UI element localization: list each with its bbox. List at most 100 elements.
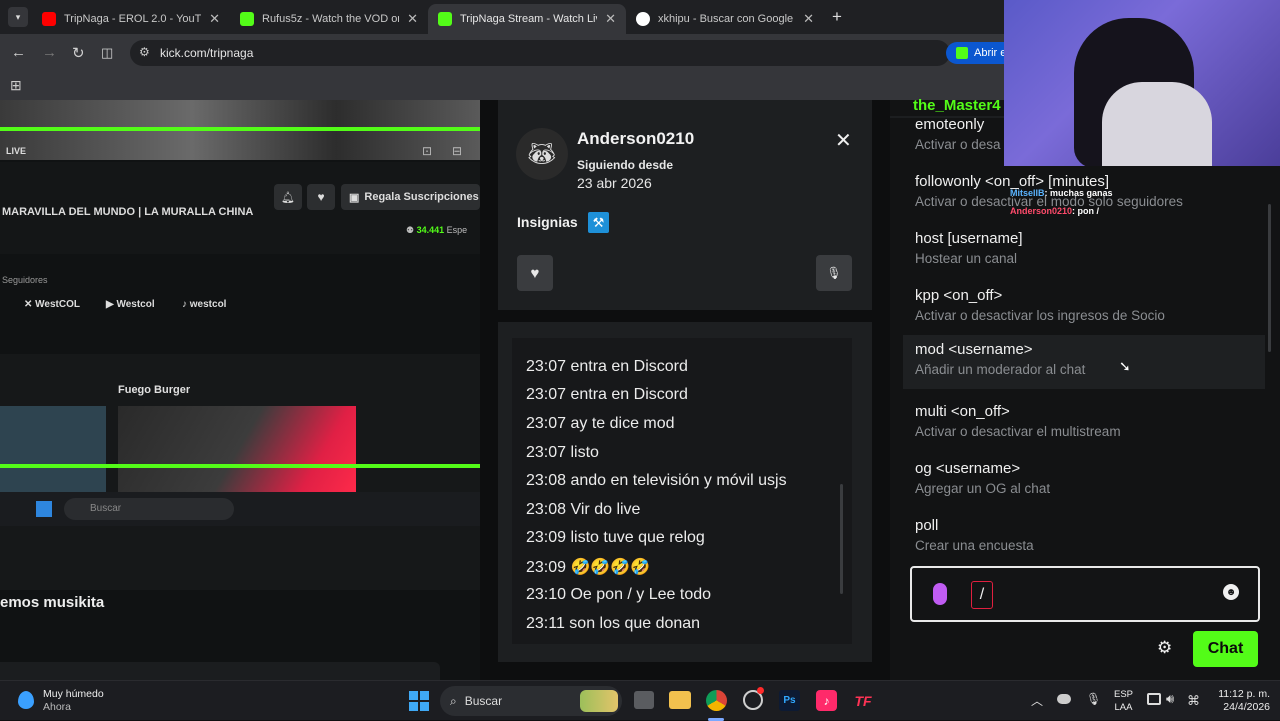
task-view-icon[interactable] [634,691,654,709]
webcam-chat-line-2: Anderson0210: pon / [1010,206,1099,216]
chat-input[interactable]: / ☻ [910,566,1260,622]
command-item-host[interactable]: host [username] Hostear un canal [903,224,1265,278]
command-item-poll[interactable]: poll Crear una encuesta [903,511,1265,565]
list-item: 23:07 entra en Discord [526,386,688,403]
tab-tripnaga[interactable]: TripNaga Stream - Watch Live o ✕ [428,4,626,34]
tab-title: xkhipu - Buscar con Google [658,13,794,25]
theater-icon[interactable]: ⊟ [452,144,462,158]
search-highlight-image [580,690,618,712]
kick-icon [956,47,968,59]
clock[interactable]: 11:12 p. m. 24/4/2026 [1210,688,1270,714]
tiktok-icon[interactable]: ♪ [816,690,837,711]
chrome-icon[interactable] [706,690,727,711]
microphone-tray-icon[interactable]: 🎙︎ [1086,692,1101,706]
scrollbar[interactable] [1268,204,1271,352]
moderator-badge-icon: ⚒ [588,212,609,233]
chat-overlay-text: emos musikita [0,594,105,611]
close-icon[interactable]: ✕ [835,128,852,153]
tab-youtube[interactable]: TripNaga - EROL 2.0 - YouTube ✕ [32,4,230,34]
tab-list-button[interactable]: ▾ [8,7,28,27]
clock-time: 11:12 p. m. [1218,688,1270,700]
list-item: 23:08 ando en televisión y móvil usjs [526,472,787,489]
tab-title: TripNaga - EROL 2.0 - YouTube [64,13,201,25]
network-icon[interactable] [1147,693,1161,705]
emoji-icon[interactable]: ☻ [1223,584,1239,600]
close-icon[interactable]: ✕ [803,11,814,27]
notification-bell-button[interactable]: 🔔︎ [274,184,302,210]
message-list[interactable]: 23:07 entra en Discord 23:07 entra en Di… [512,338,852,644]
list-item: 23:07 listo [526,444,599,461]
gift-subs-button[interactable]: ▣ Regala Suscripciones [341,184,480,210]
language-indicator[interactable]: ESP LAA [1114,688,1133,714]
follow-heart-button[interactable]: ♥ [307,184,335,210]
search-icon: ⌕ [450,693,457,708]
volume-icon[interactable]: 🔊︎ [1166,691,1174,707]
chat-settings-gear-icon[interactable]: ⚙ [1157,638,1172,658]
youtube-social-link[interactable]: ▶ Westcol [106,299,155,310]
list-item: 23:10 Oe pon / y Lee todo [526,586,712,603]
heart-button[interactable]: ♥ [517,255,553,291]
webcam-chat-line-1: MitsellB: muchas ganas [1010,188,1113,198]
green-divider-line [0,127,480,131]
close-icon[interactable]: ✕ [209,11,220,27]
start-windows-icon[interactable] [409,691,429,711]
tab-google[interactable]: xkhipu - Buscar con Google ✕ [626,4,824,34]
cloud-icon[interactable] [1057,694,1071,704]
close-icon[interactable]: ✕ [407,11,418,27]
mute-mic-button[interactable]: 🎙︎ [816,255,852,291]
command-item-mod[interactable]: mod <username> Añadir un moderador al ch… [903,335,1265,389]
command-item-kpp[interactable]: kpp <on_off> Activar o desactivar los in… [903,281,1265,335]
chat-text: : pon / [1072,206,1100,216]
reload-icon[interactable]: ↻ [72,44,85,62]
tab-title: TripNaga Stream - Watch Live o [460,13,597,25]
youtube-icon [42,12,56,26]
weather-sub: Ahora [43,701,72,713]
weather-icon[interactable] [18,691,34,709]
list-item: 23:09 🤣🤣🤣🤣 [526,559,651,576]
tf-app-icon[interactable]: TF [852,690,874,711]
captured-search: Buscar [64,498,234,520]
close-icon[interactable]: ✕ [605,11,616,27]
language-top: ESP [1114,689,1134,700]
gift-icon: ▣ [349,191,360,204]
tab-rufus[interactable]: Rufus5z - Watch the VOD on Ki ✕ [230,4,428,34]
tab-title: Rufus5z - Watch the VOD on Ki [262,13,399,25]
username: Anderson0210 [577,129,695,148]
chat-input-value-box: / [971,581,993,609]
chevron-up-icon[interactable]: ︿ [1031,692,1043,709]
chat-send-button[interactable]: Chat [1193,631,1258,667]
viewers-icon: ⚉ [406,225,415,235]
command-item-og[interactable]: og <username> Agregar un OG al chat [903,454,1265,508]
windows-taskbar: Muy húmedo Ahora ⌕ Buscar Ps ♪ TF ︿ 🎙︎ E… [0,680,1280,721]
sponsor-banner[interactable] [118,406,356,496]
tiktok-social-link[interactable]: ♪ westcol [182,299,226,310]
gamepad-icon[interactable]: ⌘ [1187,693,1200,709]
webcam-overlay: MitsellB: muchas ganas Anderson0210: pon… [1004,0,1280,166]
scrollbar[interactable] [840,484,843,594]
new-tab-button[interactable]: + [832,7,842,27]
back-arrow-icon[interactable]: ← [11,44,26,61]
microphone-icon[interactable] [933,583,947,605]
taskbar-search-label: Buscar [464,694,503,708]
address-bar[interactable]: ⚙ kick.com/tripnaga [130,40,950,66]
stream-video[interactable]: LIVE ⊡ ⊟ MARAVILLA DEL MUNDO | LA MURALL… [0,100,480,680]
site-info-icon[interactable]: ⚙ [139,45,150,59]
mouse-cursor-icon: ➘ [1119,358,1131,374]
sponsor-label: Fuego Burger [118,384,191,396]
following-since-label: Siguiendo desde [577,158,674,172]
photoshop-icon[interactable]: Ps [779,690,800,711]
x-social-link[interactable]: ✕ WestCOL [24,299,80,310]
bottom-bar [0,662,440,680]
file-explorer-icon[interactable] [669,691,691,709]
badges-label: Insignias [517,214,578,230]
chat-text: : muchas ganas [1044,188,1113,198]
followers-label: Seguidores [2,275,48,285]
sidebar-icon[interactable]: ◫ [101,45,113,61]
fullscreen-icon[interactable]: ⊡ [422,144,432,158]
address-text: kick.com/tripnaga [160,46,254,60]
clock-date: 24/4/2026 [1223,701,1270,713]
stream-title: MARAVILLA DEL MUNDO | LA MURALLA CHINA [2,206,254,218]
command-item-multi[interactable]: multi <on_off> Activar o desactivar el m… [903,397,1265,451]
forward-arrow-icon[interactable]: → [42,44,57,61]
apps-grid-icon[interactable]: ⊞ [10,77,22,94]
